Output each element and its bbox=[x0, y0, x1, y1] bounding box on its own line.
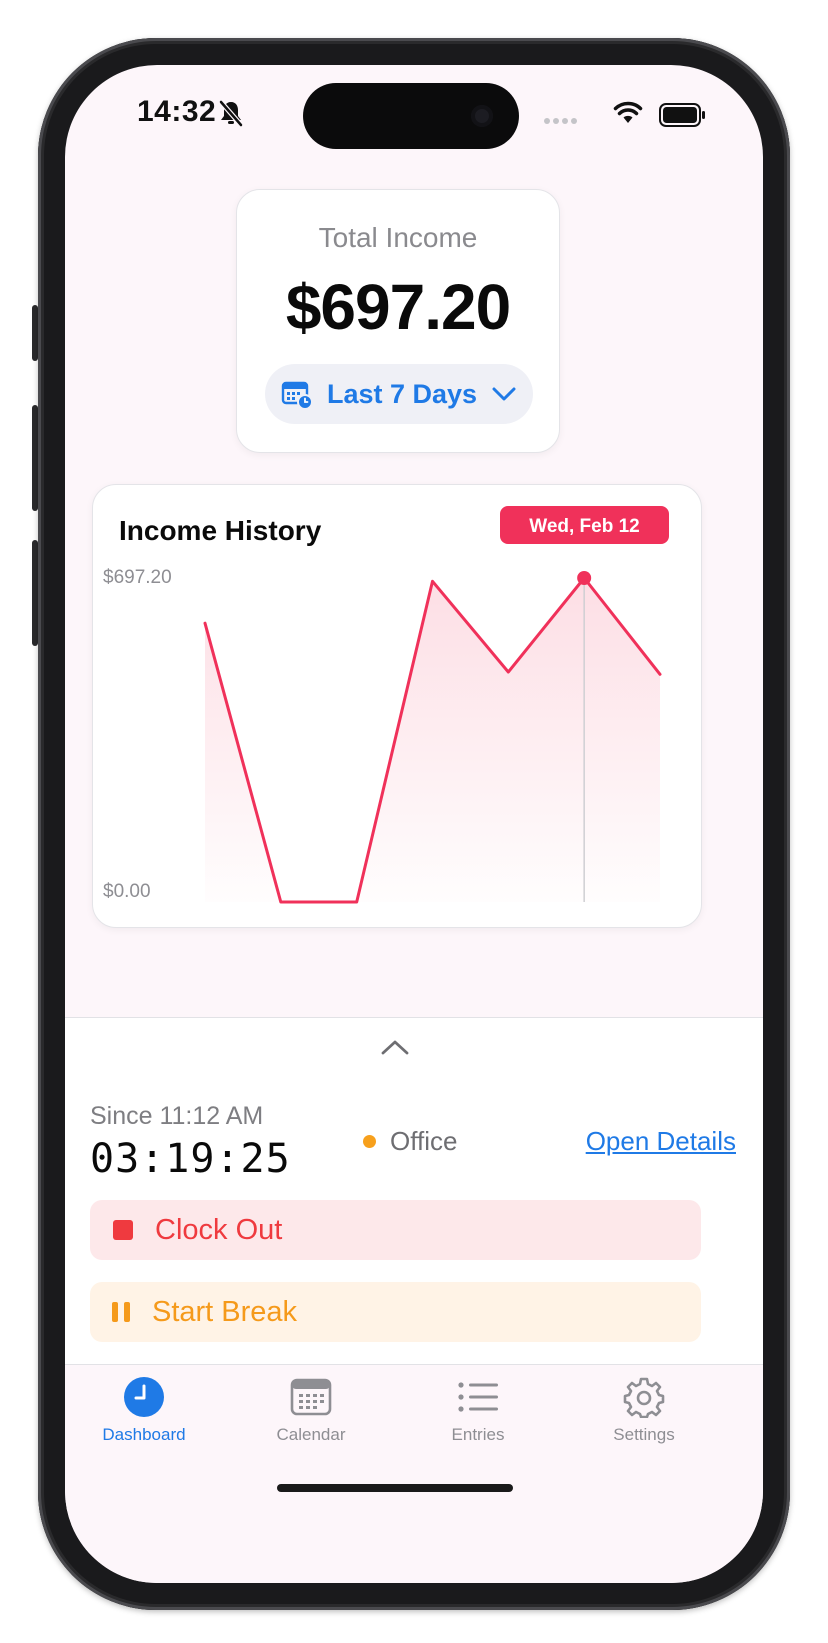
front-camera bbox=[471, 105, 493, 127]
battery-icon bbox=[659, 103, 705, 127]
location-status-dot bbox=[363, 1135, 376, 1148]
income-history-card: Income History $697.20 $0.00 Wed, Feb 12 bbox=[92, 484, 702, 928]
active-session-sheet: Since 11:12 AM 03:19:25 Office Open Deta… bbox=[65, 1017, 763, 1412]
tab-bar: Dashboard Calendar Entries Settings bbox=[65, 1364, 763, 1583]
selected-point bbox=[577, 571, 592, 585]
tab-calendar[interactable]: Calendar bbox=[251, 1375, 371, 1445]
tab-entries-label: Entries bbox=[451, 1425, 505, 1444]
total-income-card: Total Income $697.20 Last 7 Days bbox=[236, 189, 560, 453]
y-axis-label-max: $697.20 bbox=[103, 567, 172, 588]
chart-area-fill bbox=[205, 578, 660, 902]
stop-icon bbox=[113, 1220, 133, 1240]
pause-icon bbox=[112, 1302, 130, 1322]
start-break-label: Start Break bbox=[152, 1295, 298, 1328]
chevron-down-icon bbox=[492, 387, 516, 401]
open-details-link[interactable]: Open Details bbox=[586, 1126, 736, 1157]
clock-out-label: Clock Out bbox=[155, 1213, 283, 1246]
status-bar: 14:32 bbox=[65, 65, 763, 175]
screen: 14:32 Total Income $697.20 Last 7 Days I… bbox=[65, 65, 763, 1583]
clock-out-button[interactable]: Clock Out bbox=[90, 1200, 701, 1260]
date-range-label: Last 7 Days bbox=[326, 378, 478, 409]
elapsed-timer: 03:19:25 bbox=[90, 1136, 291, 1182]
date-range-picker[interactable]: Last 7 Days bbox=[265, 364, 533, 424]
tab-entries[interactable]: Entries bbox=[418, 1375, 538, 1445]
dynamic-island bbox=[303, 83, 519, 149]
home-indicator[interactable] bbox=[277, 1484, 513, 1492]
total-income-value: $697.20 bbox=[285, 271, 511, 343]
calendar-clock-icon bbox=[281, 381, 313, 409]
chevron-up-icon[interactable] bbox=[380, 1038, 410, 1056]
cellular-signal-icon bbox=[544, 118, 577, 124]
session-start-time: Since 11:12 AM bbox=[90, 1102, 264, 1130]
location-indicator: Office bbox=[363, 1126, 457, 1157]
list-icon bbox=[458, 1382, 498, 1412]
wifi-icon bbox=[613, 101, 643, 123]
tab-dashboard-label: Dashboard bbox=[102, 1425, 186, 1444]
selection-tag: Wed, Feb 12 bbox=[500, 506, 669, 544]
location-label: Office bbox=[390, 1126, 458, 1156]
selection-tag-label: Wed, Feb 12 bbox=[529, 516, 640, 537]
bell-slash-icon bbox=[219, 100, 243, 127]
tab-dashboard[interactable]: Dashboard bbox=[84, 1375, 204, 1445]
calendar-icon bbox=[290, 1378, 332, 1416]
clock-icon bbox=[124, 1377, 164, 1417]
gear-icon bbox=[623, 1377, 665, 1418]
tab-calendar-label: Calendar bbox=[276, 1425, 346, 1444]
tab-settings-label: Settings bbox=[613, 1425, 675, 1444]
status-time: 14:32 bbox=[137, 95, 217, 128]
income-history-chart[interactable]: $697.20 $0.00 Wed, Feb 12 bbox=[93, 485, 701, 927]
start-break-button[interactable]: Start Break bbox=[90, 1282, 701, 1342]
y-axis-label-min: $0.00 bbox=[103, 881, 151, 902]
tab-settings[interactable]: Settings bbox=[584, 1375, 704, 1445]
total-income-label: Total Income bbox=[318, 222, 478, 253]
